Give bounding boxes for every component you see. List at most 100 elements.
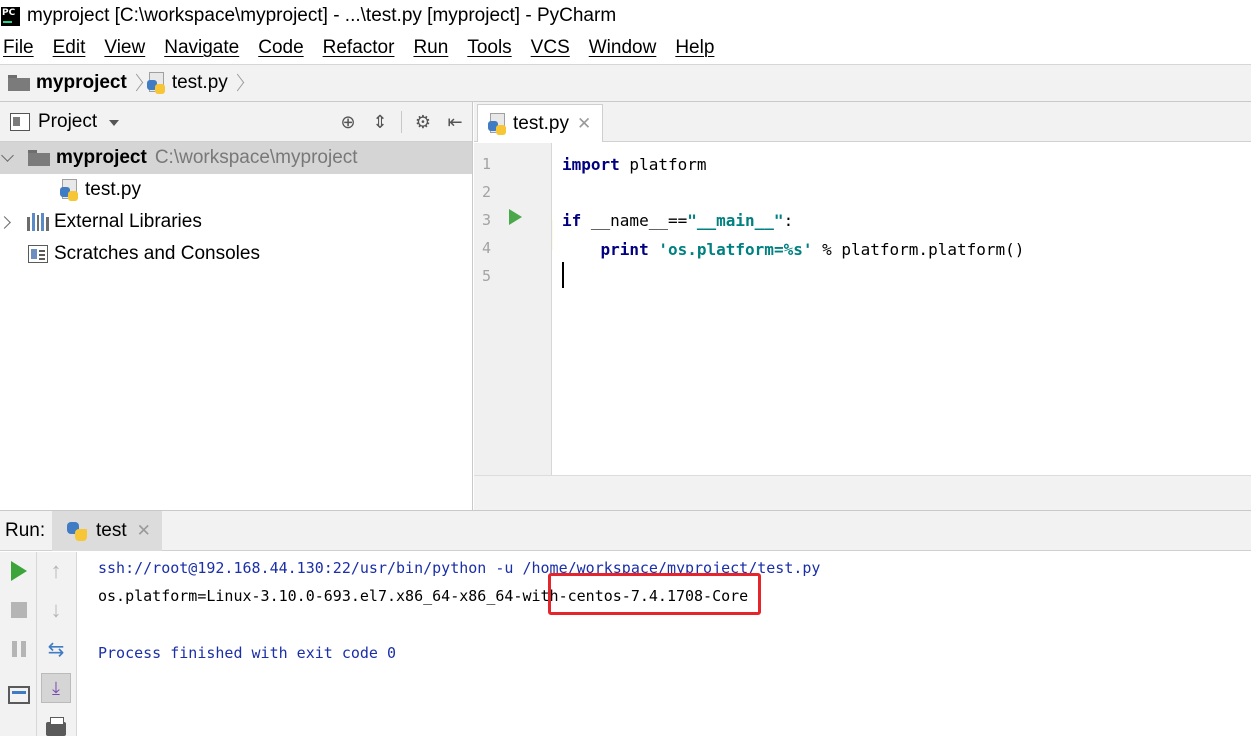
scroll-to-end-icon: ⤓ <box>41 673 71 703</box>
run-panel-label: Run: <box>5 519 46 541</box>
run-toolbar-secondary: ↑ ↓ ⇆ ⤓ <box>37 552 77 736</box>
tree-item-label: External Libraries <box>54 211 202 232</box>
code-line-1: import platform <box>562 154 707 174</box>
tree-item-scratches[interactable]: Scratches and Consoles <box>0 238 472 270</box>
project-panel-tools: ⊕ ⇕ ⚙ ⇤ <box>337 102 466 142</box>
menu-navigate[interactable]: Navigate <box>164 37 239 59</box>
run-panel-header: Run: test ✕ <box>0 511 1251 551</box>
tree-item-label: test.py <box>85 179 141 200</box>
pause-button[interactable] <box>4 634 34 664</box>
code-line-3: if __name__== "__main__": <box>562 210 794 230</box>
run-panel: Run: test ✕ ↑ ↓ ⇆ ⤓ ssh://root@192.168.4… <box>0 510 1251 736</box>
tree-item-label: Scratches and Consoles <box>54 243 260 264</box>
toolbar-divider <box>401 111 402 133</box>
line-number: 4 <box>482 239 492 257</box>
chevron-right-icon <box>131 71 141 95</box>
play-icon <box>11 561 27 581</box>
menu-file[interactable]: File <box>3 37 34 59</box>
rerun-button[interactable] <box>4 556 34 586</box>
menu-help[interactable]: Help <box>675 37 714 59</box>
editor: test.py ✕ 1 2 3 4 5 import platform if _… <box>474 102 1251 510</box>
pause-icon <box>12 641 26 657</box>
down-button[interactable]: ↓ <box>41 595 71 625</box>
library-icon <box>27 213 49 231</box>
menu-run[interactable]: Run <box>413 37 448 59</box>
tree-item-label: myproject <box>56 147 147 168</box>
editor-tab-bar: test.py ✕ <box>474 102 1251 142</box>
line-number: 2 <box>482 183 492 201</box>
menu-window[interactable]: Window <box>589 37 657 59</box>
menu-refactor[interactable]: Refactor <box>323 37 395 59</box>
gear-icon[interactable]: ⚙ <box>412 111 434 133</box>
console-exit-line: Process finished with exit code 0 <box>98 644 397 662</box>
line-number: 3 <box>482 211 492 229</box>
editor-gutter: 1 2 3 4 5 <box>474 143 552 475</box>
breadcrumb-file[interactable]: test.py <box>146 72 228 94</box>
project-icon <box>10 112 30 131</box>
collapse-all-icon[interactable]: ⇕ <box>369 111 391 133</box>
project-panel-header: Project ⊕ ⇕ ⚙ ⇤ <box>0 102 472 142</box>
pycharm-app-icon: PC <box>1 6 20 26</box>
tab-label: test.py <box>513 112 569 134</box>
menu-bar: File Edit View Navigate Code Refactor Ru… <box>0 32 1251 63</box>
chevron-right-icon[interactable] <box>0 206 24 238</box>
scratches-icon <box>28 245 48 263</box>
menu-edit[interactable]: Edit <box>53 37 86 59</box>
editor-footer <box>474 475 1251 510</box>
print-button[interactable] <box>41 714 71 736</box>
up-button[interactable]: ↑ <box>41 556 71 586</box>
soft-wrap-button[interactable]: ⇆ <box>41 634 71 664</box>
menu-view[interactable]: View <box>104 37 145 59</box>
arrow-up-icon: ↑ <box>50 558 62 583</box>
text-caret <box>562 262 564 288</box>
tree-item-path: C:\workspace\myproject <box>154 147 358 168</box>
console-output[interactable]: ssh://root@192.168.44.130:22/usr/bin/pyt… <box>78 552 1251 736</box>
restore-layout-button[interactable] <box>4 680 34 710</box>
breadcrumb-project-label: myproject <box>36 72 127 93</box>
red-highlight-box <box>548 573 761 615</box>
scroll-to-end-button[interactable]: ⤓ <box>41 673 71 703</box>
soft-wrap-icon: ⇆ <box>47 638 65 661</box>
run-tab-test[interactable]: test ✕ <box>52 511 162 551</box>
tab-test-py[interactable]: test.py ✕ <box>477 104 603 142</box>
project-panel-title[interactable]: Project <box>38 111 97 133</box>
stop-icon <box>11 602 27 618</box>
window-title: myproject [C:\workspace\myproject] - ...… <box>27 5 617 26</box>
line-number: 1 <box>482 155 492 173</box>
menu-vcs[interactable]: VCS <box>531 37 570 59</box>
chevron-right-icon <box>232 71 242 95</box>
python-file-icon <box>60 179 80 201</box>
close-icon[interactable]: ✕ <box>137 521 151 541</box>
breadcrumb-project[interactable]: myproject <box>8 72 127 94</box>
stop-button[interactable] <box>4 595 34 625</box>
arrow-down-icon: ↓ <box>50 597 62 622</box>
tree-item-test-py[interactable]: test.py <box>0 174 472 206</box>
python-file-icon <box>488 112 508 135</box>
run-tab-label: test <box>96 520 127 541</box>
folder-icon <box>28 150 50 166</box>
run-line-icon[interactable] <box>509 209 522 225</box>
python-file-icon <box>146 72 167 94</box>
code-line-4: print 'os.platform=%s' % platform.platfo… <box>600 239 1025 259</box>
layout-icon <box>8 686 30 704</box>
tree-item-myproject[interactable]: myproject C:\workspace\myproject <box>0 142 472 174</box>
locate-icon[interactable]: ⊕ <box>337 111 359 133</box>
breadcrumb-file-label: test.py <box>171 72 228 93</box>
close-icon[interactable]: ✕ <box>577 114 591 134</box>
hide-panel-icon[interactable]: ⇤ <box>444 111 466 133</box>
print-icon <box>46 717 66 736</box>
breadcrumb: myproject test.py <box>0 64 1251 102</box>
line-number: 5 <box>482 267 492 285</box>
project-tree: myproject C:\workspace\myproject test.py… <box>0 142 472 270</box>
chevron-down-icon[interactable] <box>0 142 24 174</box>
menu-code[interactable]: Code <box>258 37 303 59</box>
chevron-down-icon[interactable] <box>109 119 120 126</box>
title-bar: PC myproject [C:\workspace\myproject] - … <box>0 0 1251 32</box>
folder-icon <box>8 75 30 91</box>
tree-item-external-libraries[interactable]: External Libraries <box>0 206 472 238</box>
menu-tools[interactable]: Tools <box>467 37 511 59</box>
python-icon <box>66 520 88 542</box>
project-panel: Project ⊕ ⇕ ⚙ ⇤ myproject C:\workspace\m… <box>0 102 473 510</box>
code-area[interactable]: import platform if __name__== "__main__":… <box>553 143 1251 475</box>
run-toolbar-primary <box>0 552 37 736</box>
